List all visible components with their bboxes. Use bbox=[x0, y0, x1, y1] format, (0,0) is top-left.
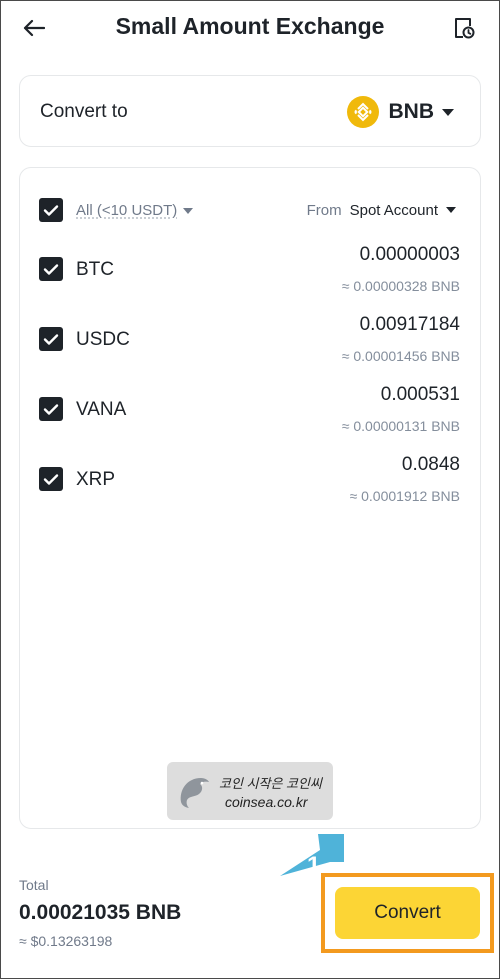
asset-list-card: All (<10 USDT) From Spot Account BTC 0.0… bbox=[19, 167, 481, 829]
from-label: From bbox=[306, 201, 342, 219]
source-account-value: Spot Account bbox=[349, 201, 438, 219]
page-title: Small Amount Exchange bbox=[115, 13, 385, 39]
select-all-checkbox[interactable] bbox=[39, 198, 63, 222]
asset-amount: 0.000531 bbox=[380, 384, 460, 405]
asset-row[interactable]: BTC 0.00000003 ≈ 0.00000328 BNB bbox=[39, 240, 460, 300]
asset-name: BTC bbox=[76, 259, 114, 280]
header-bar: Small Amount Exchange bbox=[0, 0, 500, 56]
asset-name: USDC bbox=[76, 329, 130, 350]
asset-amount: 0.00917184 bbox=[359, 314, 460, 335]
watermark-slogan: 코인 시작은 코인씨 bbox=[219, 776, 322, 791]
all-filter-label: All (<10 USDT) bbox=[76, 201, 178, 219]
asset-bnb-estimate: ≈ 0.00001456 BNB bbox=[341, 348, 460, 364]
asset-bnb-estimate: ≈ 0.0001912 BNB bbox=[349, 488, 460, 504]
dolphin-logo-icon bbox=[175, 772, 213, 817]
all-filter-dropdown[interactable]: All (<10 USDT) bbox=[76, 201, 194, 219]
watermark-url: coinsea.co.kr bbox=[225, 794, 308, 810]
target-coin-selector[interactable]: BNB bbox=[346, 94, 454, 130]
watermark: 코인 시작은 코인씨 coinsea.co.kr bbox=[167, 762, 333, 820]
asset-name: XRP bbox=[76, 469, 116, 490]
step-number: 1 bbox=[307, 852, 321, 879]
total-label: Total bbox=[19, 877, 49, 893]
asset-row[interactable]: USDC 0.00917184 ≈ 0.00001456 BNB bbox=[39, 310, 460, 370]
convert-to-card: Convert to BNB bbox=[19, 75, 481, 147]
asset-bnb-estimate: ≈ 0.00000328 BNB bbox=[341, 278, 460, 294]
chevron-down-icon bbox=[183, 207, 194, 214]
source-account-selector[interactable]: From Spot Account bbox=[307, 202, 456, 219]
asset-amount: 0.00000003 bbox=[359, 244, 460, 265]
chevron-down-icon bbox=[442, 108, 454, 116]
asset-row[interactable]: VANA 0.000531 ≈ 0.00000131 BNB bbox=[39, 380, 460, 440]
chevron-down-icon bbox=[446, 207, 456, 213]
asset-amount: 0.0848 bbox=[401, 454, 460, 475]
asset-checkbox[interactable] bbox=[39, 467, 63, 491]
target-coin-name: BNB bbox=[388, 100, 435, 123]
asset-row[interactable]: XRP 0.0848 ≈ 0.0001912 BNB bbox=[39, 450, 460, 510]
asset-checkbox[interactable] bbox=[39, 397, 63, 421]
asset-bnb-estimate: ≈ 0.00000131 BNB bbox=[341, 418, 460, 434]
convert-to-label: Convert to bbox=[40, 101, 128, 122]
bnb-logo-icon bbox=[346, 96, 379, 128]
total-usd-estimate: ≈ $0.13263198 bbox=[19, 933, 113, 949]
total-amount: 0.00021035 BNB bbox=[19, 901, 182, 924]
asset-name: VANA bbox=[76, 399, 127, 420]
history-icon[interactable] bbox=[448, 12, 480, 44]
asset-checkbox[interactable] bbox=[39, 327, 63, 351]
convert-button[interactable]: Convert bbox=[335, 887, 480, 939]
asset-checkbox[interactable] bbox=[39, 257, 63, 281]
select-all-row: All (<10 USDT) From Spot Account bbox=[39, 198, 456, 222]
